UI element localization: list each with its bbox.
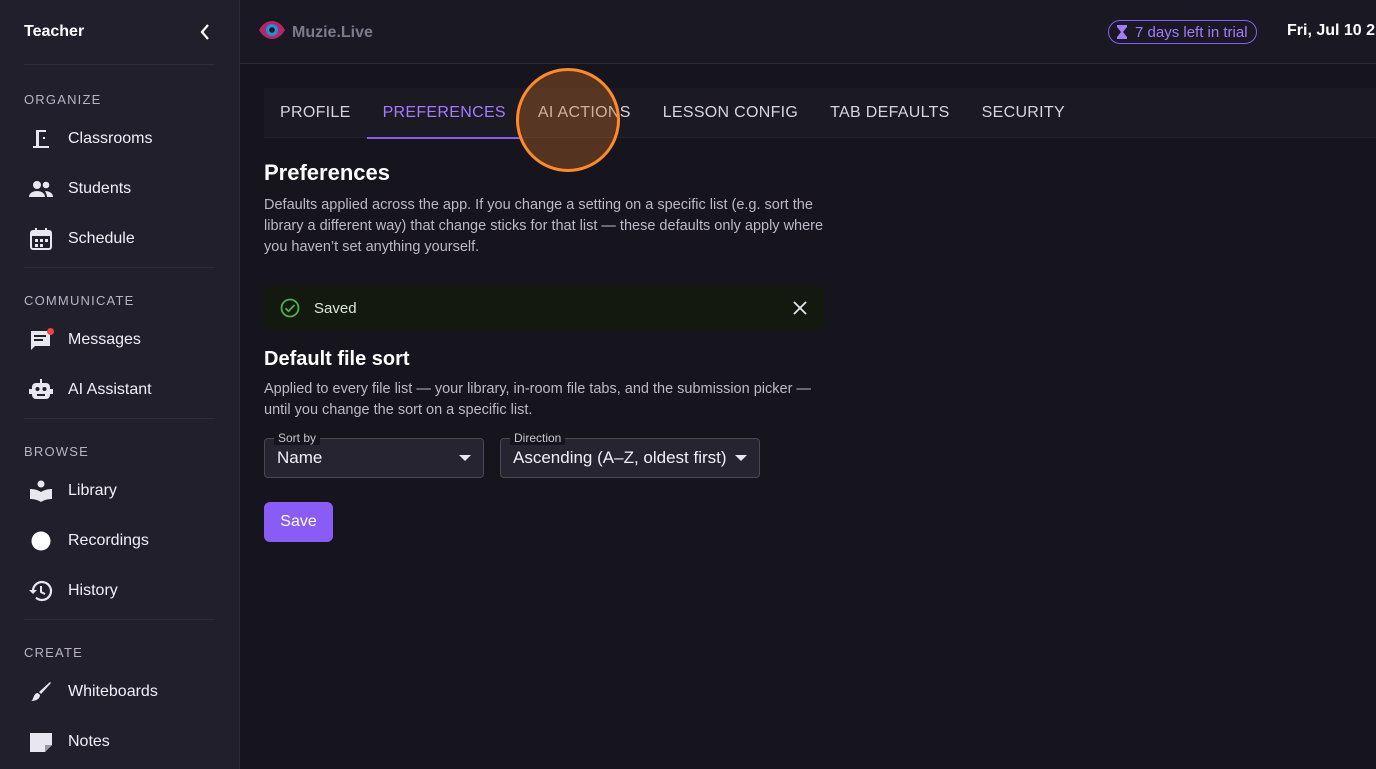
sidebar-item-classrooms[interactable]: Classrooms bbox=[0, 114, 239, 164]
direction-select[interactable]: Direction Ascending (A–Z, oldest first) bbox=[500, 431, 760, 478]
logo[interactable]: Muzie.Live bbox=[258, 20, 373, 45]
trial-badge[interactable]: 7 days left in trial bbox=[1108, 20, 1257, 44]
tab-tab-defaults[interactable]: TAB DEFAULTS bbox=[814, 88, 965, 138]
section-title-file-sort: Default file sort bbox=[264, 348, 410, 370]
direction-caption: Direction bbox=[510, 431, 566, 445]
section-create: CREATE bbox=[24, 645, 83, 660]
sidebar-title: Teacher bbox=[24, 23, 85, 40]
notification-dot bbox=[47, 328, 54, 335]
calendar-icon bbox=[28, 226, 54, 252]
sidebar-item-messages[interactable]: Messages bbox=[0, 315, 239, 365]
sidebar: Teacher ORGANIZE Classrooms Students Sch… bbox=[0, 0, 240, 769]
note-icon bbox=[28, 729, 54, 755]
alert-text: Saved bbox=[314, 299, 357, 317]
sidebar-item-label: Students bbox=[68, 180, 132, 197]
sidebar-item-label: Notes bbox=[68, 733, 110, 750]
sidebar-item-label: Library bbox=[68, 482, 117, 499]
tab-preferences[interactable]: PREFERENCES bbox=[366, 88, 523, 139]
people-icon bbox=[28, 176, 54, 202]
settings-tabs: PROFILE PREFERENCES AI ACTIONS LESSON CO… bbox=[264, 88, 1376, 139]
sidebar-item-library[interactable]: Library bbox=[0, 466, 239, 516]
file-sort-controls: Sort by Name Direction Ascending (A–Z, o… bbox=[264, 431, 824, 478]
page-title: Preferences bbox=[264, 160, 390, 185]
hourglass-icon bbox=[1117, 25, 1129, 39]
book-icon bbox=[28, 478, 54, 504]
sidebar-item-whiteboards[interactable]: Whiteboards bbox=[0, 667, 239, 717]
record-icon bbox=[28, 528, 54, 554]
door-icon bbox=[28, 126, 54, 152]
page-description: Defaults applied across the app. If you … bbox=[264, 197, 824, 255]
sidebar-item-label: Schedule bbox=[68, 230, 135, 247]
topbar: Muzie.Live 7 days left in trial Fri, Jul… bbox=[240, 0, 1376, 64]
tab-profile[interactable]: PROFILE bbox=[264, 88, 367, 138]
preferences-panel: Preferences Defaults applied across the … bbox=[264, 160, 824, 542]
sort-by-select[interactable]: Sort by Name bbox=[264, 431, 484, 478]
sidebar-item-label: Messages bbox=[68, 331, 141, 348]
success-alert: Saved bbox=[264, 286, 824, 330]
sort-by-value: Name bbox=[277, 448, 323, 467]
sidebar-item-label: Recordings bbox=[68, 532, 149, 549]
sidebar-item-recordings[interactable]: Recordings bbox=[0, 516, 239, 566]
save-button[interactable]: Save bbox=[264, 502, 333, 542]
sidebar-item-label: AI Assistant bbox=[68, 381, 152, 398]
tab-security[interactable]: SECURITY bbox=[966, 88, 1081, 138]
sidebar-item-history[interactable]: History bbox=[0, 566, 239, 616]
sidebar-item-notes[interactable]: Notes bbox=[0, 717, 239, 767]
history-icon bbox=[28, 578, 54, 604]
section-organize: ORGANIZE bbox=[24, 92, 102, 107]
section-communicate: COMMUNICATE bbox=[24, 293, 135, 308]
tab-lesson-config[interactable]: LESSON CONFIG bbox=[647, 88, 814, 138]
caret-down-icon bbox=[735, 455, 747, 461]
brush-icon bbox=[28, 679, 54, 705]
divider bbox=[24, 418, 215, 419]
logo-text: Muzie.Live bbox=[292, 23, 373, 41]
file-sort-description: Applied to every file list — your librar… bbox=[264, 381, 811, 418]
sidebar-item-students[interactable]: Students bbox=[0, 164, 239, 214]
sidebar-item-label: Whiteboards bbox=[68, 683, 158, 700]
trial-label: 7 days left in trial bbox=[1135, 23, 1248, 41]
divider bbox=[24, 267, 215, 268]
caret-down-icon bbox=[459, 455, 471, 461]
eye-logo-icon bbox=[258, 20, 286, 45]
check-circle-icon bbox=[280, 298, 302, 318]
section-browse: BROWSE bbox=[24, 444, 89, 459]
robot-icon bbox=[28, 377, 54, 403]
sidebar-item-label: History bbox=[68, 582, 118, 599]
tab-ai-actions[interactable]: AI ACTIONS bbox=[522, 88, 647, 138]
direction-value: Ascending (A–Z, oldest first) bbox=[513, 448, 727, 467]
divider bbox=[24, 64, 215, 65]
sort-by-caption: Sort by bbox=[274, 431, 321, 445]
close-icon[interactable] bbox=[792, 300, 808, 316]
chevron-left-icon[interactable] bbox=[195, 22, 215, 42]
sidebar-header: Teacher bbox=[0, 0, 239, 64]
current-date: Fri, Jul 10 2 bbox=[1287, 22, 1376, 39]
sidebar-item-label: Classrooms bbox=[68, 130, 153, 147]
message-icon bbox=[28, 327, 54, 353]
sidebar-item-schedule[interactable]: Schedule bbox=[0, 214, 239, 264]
divider bbox=[24, 619, 215, 620]
sidebar-item-ai-assistant[interactable]: AI Assistant bbox=[0, 365, 239, 415]
